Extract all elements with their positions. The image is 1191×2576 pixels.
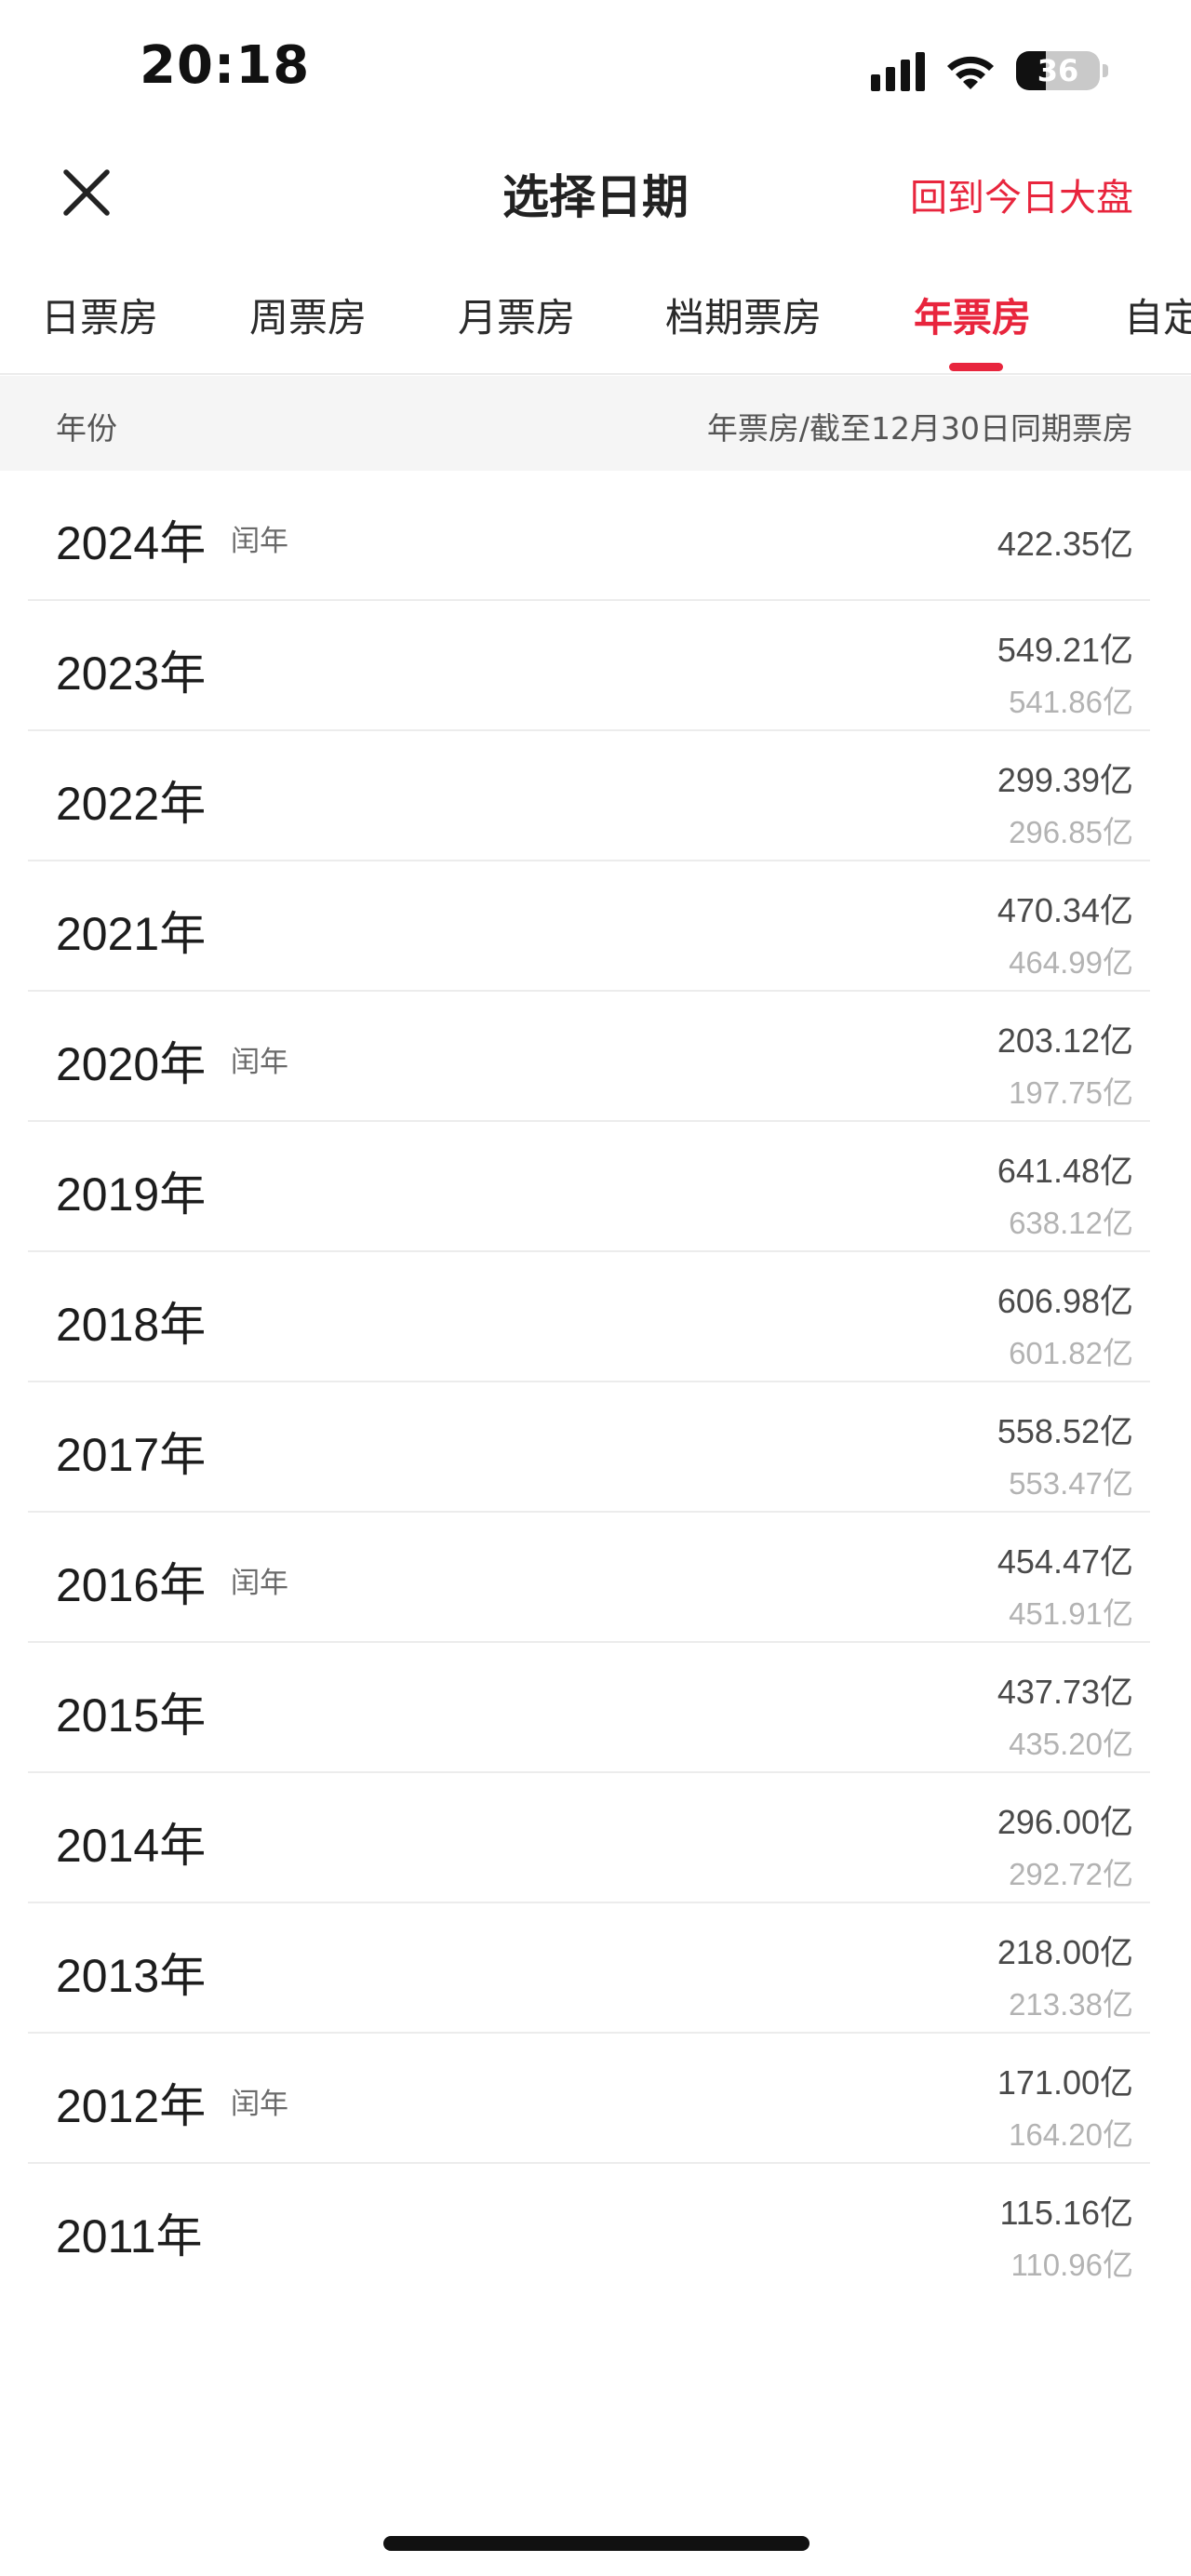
same-period-box-office: 197.75亿 — [1009, 1075, 1133, 1110]
year-row[interactable]: 2019年 641.48亿 638.12亿 — [0, 1122, 1191, 1252]
app-screen: 20:18 36 选择日期 回到今日大盘 日票房 周票房 月票房 档期票房 年票… — [0, 0, 1191, 2576]
battery-tip — [1103, 64, 1108, 77]
annual-box-office: 641.48亿 — [997, 1152, 1133, 1190]
year-row[interactable]: 2021年 470.34亿 464.99亿 — [0, 861, 1191, 992]
year-label: 2022年 — [56, 778, 207, 830]
year-label: 2023年 — [56, 647, 207, 700]
column-header: 年份 年票房/截至12月30日同期票房 — [0, 376, 1191, 471]
year-label: 2011年 — [56, 2210, 203, 2262]
tab-weekly[interactable]: 周票房 — [249, 287, 367, 343]
annual-box-office: 422.35亿 — [997, 525, 1133, 563]
year-row[interactable]: 2012年 闰年 171.00亿 164.20亿 — [0, 2034, 1191, 2164]
tab-bar: 日票房 周票房 月票房 档期票房 年票房 自定 — [0, 279, 1191, 372]
year-row[interactable]: 2018年 606.98亿 601.82亿 — [0, 1252, 1191, 1382]
year-row[interactable]: 2011年 115.16亿 110.96亿 — [0, 2164, 1191, 2294]
year-row[interactable]: 2022年 299.39亿 296.85亿 — [0, 731, 1191, 861]
leap-year-tag: 闰年 — [231, 2088, 288, 2121]
year-label: 2015年 — [56, 1689, 207, 1742]
annual-box-office: 549.21亿 — [997, 631, 1133, 669]
leap-year-tag: 闰年 — [231, 1046, 288, 1079]
year-row[interactable]: 2024年 闰年 422.35亿 — [0, 471, 1191, 601]
year-label: 2014年 — [56, 1820, 207, 1872]
same-period-box-office: 553.47亿 — [1009, 1466, 1133, 1501]
tab-daily[interactable]: 日票房 — [41, 287, 158, 343]
annual-box-office: 558.52亿 — [997, 1412, 1133, 1450]
leap-year-tag: 闰年 — [231, 1567, 288, 1600]
year-label: 2020年 — [56, 1038, 207, 1090]
year-label: 2019年 — [56, 1168, 207, 1221]
year-row[interactable]: 2020年 闰年 203.12亿 197.75亿 — [0, 992, 1191, 1122]
year-label: 2016年 — [56, 1559, 207, 1611]
annual-box-office: 171.00亿 — [997, 2063, 1133, 2102]
annual-box-office: 299.39亿 — [997, 761, 1133, 799]
year-label: 2017年 — [56, 1429, 207, 1481]
tab-monthly[interactable]: 月票房 — [458, 287, 575, 343]
year-label: 2018年 — [56, 1299, 207, 1351]
annual-box-office: 454.47亿 — [997, 1542, 1133, 1581]
annual-box-office: 218.00亿 — [997, 1933, 1133, 1971]
annual-box-office: 115.16亿 — [999, 2194, 1133, 2232]
annual-box-office: 437.73亿 — [997, 1673, 1133, 1711]
same-period-box-office: 213.38亿 — [1009, 1987, 1133, 2022]
year-label: 2024年 — [56, 517, 207, 569]
annual-box-office: 296.00亿 — [997, 1803, 1133, 1841]
year-row[interactable]: 2023年 549.21亿 541.86亿 — [0, 601, 1191, 731]
same-period-box-office: 435.20亿 — [1009, 1727, 1133, 1761]
same-period-box-office: 164.20亿 — [1009, 2117, 1133, 2152]
tab-yearly[interactable]: 年票房 — [914, 287, 1031, 343]
tab-divider — [0, 373, 1191, 375]
same-period-box-office: 541.86亿 — [1009, 685, 1133, 719]
status-icons: 36 — [871, 45, 1108, 97]
leap-year-tag: 闰年 — [231, 525, 288, 558]
home-indicator — [383, 2536, 810, 2551]
annual-box-office: 470.34亿 — [997, 891, 1133, 929]
status-bar: 20:18 36 — [0, 0, 1191, 130]
column-header-year: 年份 — [56, 410, 117, 447]
battery-level-text: 36 — [1037, 53, 1079, 88]
tab-custom[interactable]: 自定 — [1124, 287, 1191, 343]
wifi-icon — [947, 56, 994, 89]
year-row[interactable]: 2015年 437.73亿 435.20亿 — [0, 1643, 1191, 1773]
same-period-box-office: 296.85亿 — [1009, 815, 1133, 849]
year-label: 2012年 — [56, 2080, 207, 2132]
same-period-box-office: 464.99亿 — [1009, 945, 1133, 980]
same-period-box-office: 601.82亿 — [1009, 1336, 1133, 1370]
year-label: 2013年 — [56, 1950, 207, 2002]
year-list: 2024年 闰年 422.35亿 2023年 549.21亿 541.86亿 2022年 29… — [0, 471, 1191, 2294]
annual-box-office: 203.12亿 — [997, 1021, 1133, 1060]
header: 选择日期 回到今日大盘 — [0, 140, 1191, 242]
battery-icon: 36 — [1016, 51, 1108, 90]
tab-season[interactable]: 档期票房 — [665, 287, 822, 343]
column-header-box-office: 年票房/截至12月30日同期票房 — [706, 410, 1133, 447]
same-period-box-office: 292.72亿 — [1009, 1857, 1133, 1891]
same-period-box-office: 451.91亿 — [1009, 1596, 1133, 1631]
back-to-today-link[interactable]: 回到今日大盘 — [910, 167, 1133, 221]
same-period-box-office: 110.96亿 — [1010, 2248, 1133, 2282]
year-label: 2021年 — [56, 908, 207, 960]
same-period-box-office: 638.12亿 — [1009, 1206, 1133, 1240]
year-row[interactable]: 2014年 296.00亿 292.72亿 — [0, 1773, 1191, 1903]
annual-box-office: 606.98亿 — [997, 1282, 1133, 1320]
status-time: 20:18 — [140, 35, 311, 96]
year-row[interactable]: 2016年 闰年 454.47亿 451.91亿 — [0, 1513, 1191, 1643]
active-tab-indicator — [949, 363, 1003, 371]
year-row[interactable]: 2017年 558.52亿 553.47亿 — [0, 1382, 1191, 1513]
year-row[interactable]: 2013年 218.00亿 213.38亿 — [0, 1903, 1191, 2034]
signal-icon — [871, 50, 925, 91]
